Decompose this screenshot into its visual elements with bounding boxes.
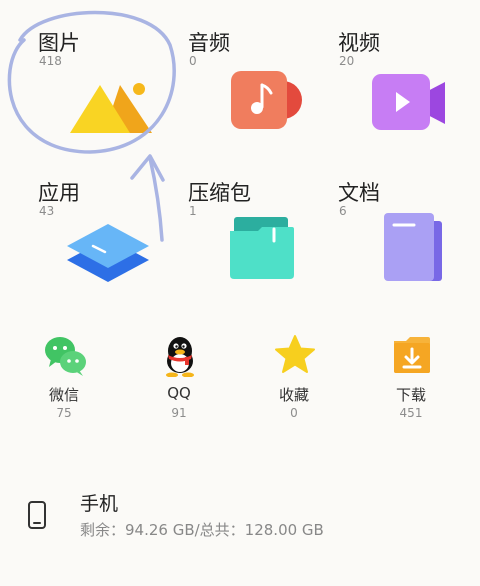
category-count: 418 (39, 54, 62, 68)
app-downloads[interactable]: 下载 451 (361, 333, 461, 423)
app-label: 微信 (48, 386, 79, 404)
app-count: 451 (399, 406, 423, 420)
app-favorites[interactable]: 收藏 0 (244, 333, 344, 423)
storage-info: 剩余：94.26 GB/总共：128.00 GB (80, 521, 324, 539)
app-wechat[interactable]: 微信 75 (14, 333, 114, 423)
phone-icon (28, 501, 46, 529)
document-icon (384, 213, 442, 281)
category-label: 应用 (38, 181, 80, 205)
app-label: 下载 (395, 386, 426, 404)
category-label: 压缩包 (188, 181, 251, 205)
download-icon (394, 337, 430, 373)
category-count: 1 (189, 204, 197, 218)
video-icon (372, 74, 445, 130)
category-count: 6 (339, 204, 347, 218)
category-images[interactable]: 图片 418 (38, 27, 178, 167)
storage-phone[interactable]: 手机 剩余：94.26 GB/总共：128.00 GB (0, 470, 480, 560)
app-count: 91 (171, 406, 187, 420)
category-documents[interactable]: 文档 6 (338, 177, 478, 317)
star-icon (275, 335, 315, 373)
category-video[interactable]: 视频 20 (338, 27, 478, 167)
audio-icon (231, 71, 302, 129)
image-icon (70, 83, 152, 133)
app-count: 75 (56, 406, 72, 420)
app-qq[interactable]: QQ 91 (129, 333, 229, 423)
category-count: 0 (189, 54, 197, 68)
category-count: 20 (339, 54, 355, 68)
category-count: 43 (39, 204, 55, 218)
archive-icon (230, 217, 294, 279)
wechat-icon (45, 337, 86, 376)
category-label: 图片 (38, 31, 80, 55)
qq-icon (166, 337, 194, 377)
category-label: 音频 (188, 31, 230, 55)
app-label: QQ (167, 384, 191, 402)
storage-title: 手机 (80, 493, 119, 515)
app-label: 收藏 (278, 386, 309, 404)
category-label: 视频 (338, 31, 380, 55)
category-label: 文档 (338, 181, 380, 205)
category-archive[interactable]: 压缩包 1 (188, 177, 328, 317)
apps-icon (67, 224, 149, 282)
category-audio[interactable]: 音频 0 (188, 27, 328, 167)
category-apps[interactable]: 应用 43 (38, 177, 178, 317)
app-count: 0 (290, 406, 298, 420)
